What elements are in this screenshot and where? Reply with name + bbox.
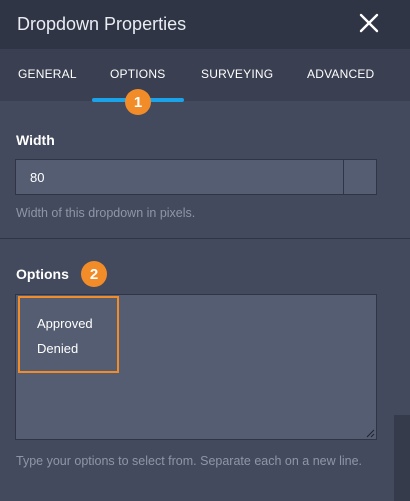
options-highlight-box <box>18 296 119 373</box>
step-badge-2: 2 <box>81 261 107 287</box>
options-label: Options <box>16 266 69 282</box>
scrollbar-track[interactable] <box>394 415 410 501</box>
close-icon[interactable] <box>357 11 381 35</box>
tab-bar: GENERAL OPTIONS SURVEYING ADVANCED <box>0 49 410 101</box>
tab-general[interactable]: GENERAL <box>18 67 77 81</box>
panel-title: Dropdown Properties <box>17 14 187 34</box>
tab-advanced[interactable]: ADVANCED <box>307 67 374 81</box>
width-input[interactable]: 80 <box>15 159 377 195</box>
resize-handle-icon[interactable] <box>366 429 375 438</box>
panel-header: Dropdown Properties <box>0 0 410 49</box>
width-input-divider <box>343 160 344 194</box>
width-label: Width <box>16 132 55 148</box>
width-value: 80 <box>30 170 45 185</box>
tab-surveying[interactable]: SURVEYING <box>201 67 273 81</box>
tab-options[interactable]: OPTIONS <box>110 67 165 81</box>
section-divider <box>0 238 410 239</box>
options-helper-text: Type your options to select from. Separa… <box>16 454 363 468</box>
width-helper-text: Width of this dropdown in pixels. <box>16 206 196 220</box>
step-badge-1: 1 <box>125 89 151 115</box>
